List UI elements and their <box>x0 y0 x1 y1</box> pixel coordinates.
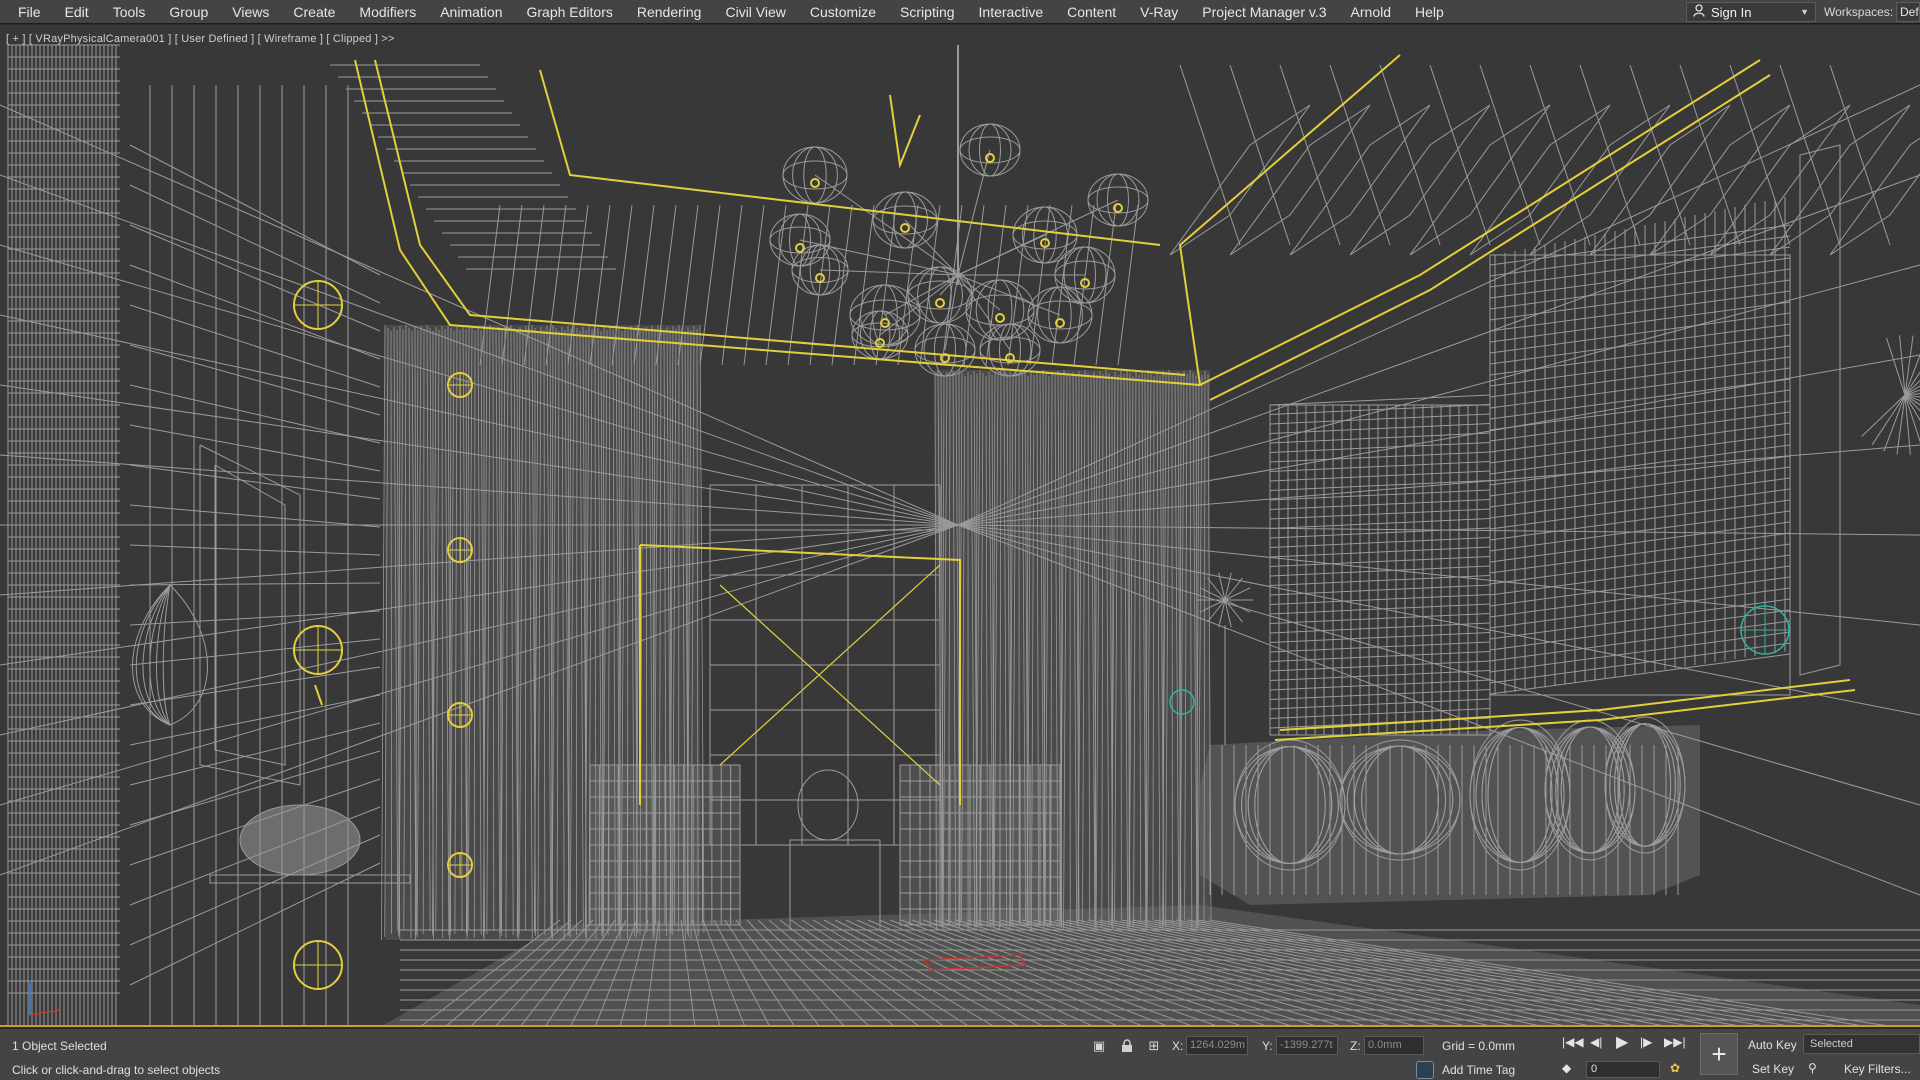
menu-project-manager-v-3[interactable]: Project Manager v.3 <box>1190 0 1338 23</box>
menu-content[interactable]: Content <box>1055 0 1128 23</box>
menu-file[interactable]: File <box>6 0 53 23</box>
perspective-viewport[interactable]: [ + ] [ VRayPhysicalCamera001 ] [ User D… <box>0 25 1920 1027</box>
key-selection-dropdown[interactable]: Selected <box>1803 1034 1920 1054</box>
menu-interactive[interactable]: Interactive <box>967 0 1056 23</box>
menu-v-ray[interactable]: V-Ray <box>1128 0 1190 23</box>
menu-customize[interactable]: Customize <box>798 0 888 23</box>
previous-frame-icon[interactable]: ◀| <box>1590 1035 1602 1049</box>
menu-group[interactable]: Group <box>157 0 220 23</box>
lock-icon[interactable] <box>1118 1037 1136 1055</box>
time-config-icon[interactable]: ◆ <box>1562 1061 1571 1075</box>
sign-in-label: Sign In <box>1711 4 1752 20</box>
menu-views[interactable]: Views <box>220 0 281 23</box>
menu-bar: File Edit Tools Group Views Create Modifiers An… <box>0 0 1920 24</box>
menu-animation[interactable]: Animation <box>428 0 514 23</box>
menu-items: File Edit Tools Group Views Create Modifiers An… <box>0 0 1456 23</box>
menu-create[interactable]: Create <box>281 0 347 23</box>
sign-in-dropdown[interactable]: Sign In ▼ <box>1686 2 1816 22</box>
go-to-end-icon[interactable]: ▶▶| <box>1664 1035 1686 1049</box>
set-key-mode-button[interactable]: + <box>1700 1033 1738 1075</box>
isolate-selection-icon[interactable]: ▣ <box>1090 1037 1108 1055</box>
auto-key-button[interactable]: Auto Key <box>1748 1038 1797 1052</box>
viewport-label[interactable]: [ + ] [ VRayPhysicalCamera001 ] [ User D… <box>6 33 395 45</box>
workspaces-dropdown[interactable]: Def <box>1896 2 1920 22</box>
menu-rendering[interactable]: Rendering <box>625 0 714 23</box>
grid-readout: Grid = 0.0mm <box>1442 1039 1516 1053</box>
current-frame-field[interactable]: 0 <box>1586 1061 1660 1078</box>
selection-status: 1 Object Selected <box>12 1039 107 1053</box>
play-icon[interactable]: ▶ <box>1616 1032 1628 1052</box>
prompt-line: Click or click-and-drag to select object… <box>12 1063 221 1077</box>
set-key-button[interactable]: Set Key <box>1752 1062 1794 1076</box>
wireframe-scene[interactable] <box>0 25 1920 1027</box>
z-coordinate-field[interactable]: 0.0mm <box>1364 1036 1424 1055</box>
menu-edit[interactable]: Edit <box>53 0 101 23</box>
workspaces-label: Workspaces: <box>1824 5 1894 19</box>
chevron-down-icon: ▼ <box>1800 7 1809 17</box>
user-icon <box>1693 4 1705 20</box>
go-to-start-icon[interactable]: |◀◀ <box>1562 1035 1584 1049</box>
menu-tools[interactable]: Tools <box>101 0 158 23</box>
menu-arnold[interactable]: Arnold <box>1339 0 1403 23</box>
z-label: Z: <box>1350 1039 1361 1053</box>
menu-graph-editors[interactable]: Graph Editors <box>514 0 624 23</box>
menu-scripting[interactable]: Scripting <box>888 0 966 23</box>
y-coordinate-field[interactable]: -1399.277t <box>1276 1036 1338 1055</box>
menu-help[interactable]: Help <box>1403 0 1456 23</box>
key-filters-button[interactable]: Key Filters... <box>1844 1062 1911 1076</box>
y-label: Y: <box>1262 1039 1273 1053</box>
x-label: X: <box>1172 1039 1184 1053</box>
menu-modifiers[interactable]: Modifiers <box>347 0 428 23</box>
menu-civil-view[interactable]: Civil View <box>713 0 797 23</box>
time-tag-icon[interactable] <box>1416 1061 1434 1079</box>
next-frame-icon[interactable]: |▶ <box>1640 1035 1652 1049</box>
time-configuration-icon[interactable]: ✿ <box>1670 1061 1680 1075</box>
x-coordinate-field[interactable]: 1264.029m <box>1186 1036 1248 1055</box>
key-filter-icon[interactable]: ⚲ <box>1808 1061 1817 1075</box>
status-bar: 1 Object Selected Click or click-and-dra… <box>0 1029 1920 1080</box>
absolute-mode-icon[interactable]: ⊞ <box>1145 1037 1163 1055</box>
add-time-tag-button[interactable]: Add Time Tag <box>1442 1063 1515 1077</box>
